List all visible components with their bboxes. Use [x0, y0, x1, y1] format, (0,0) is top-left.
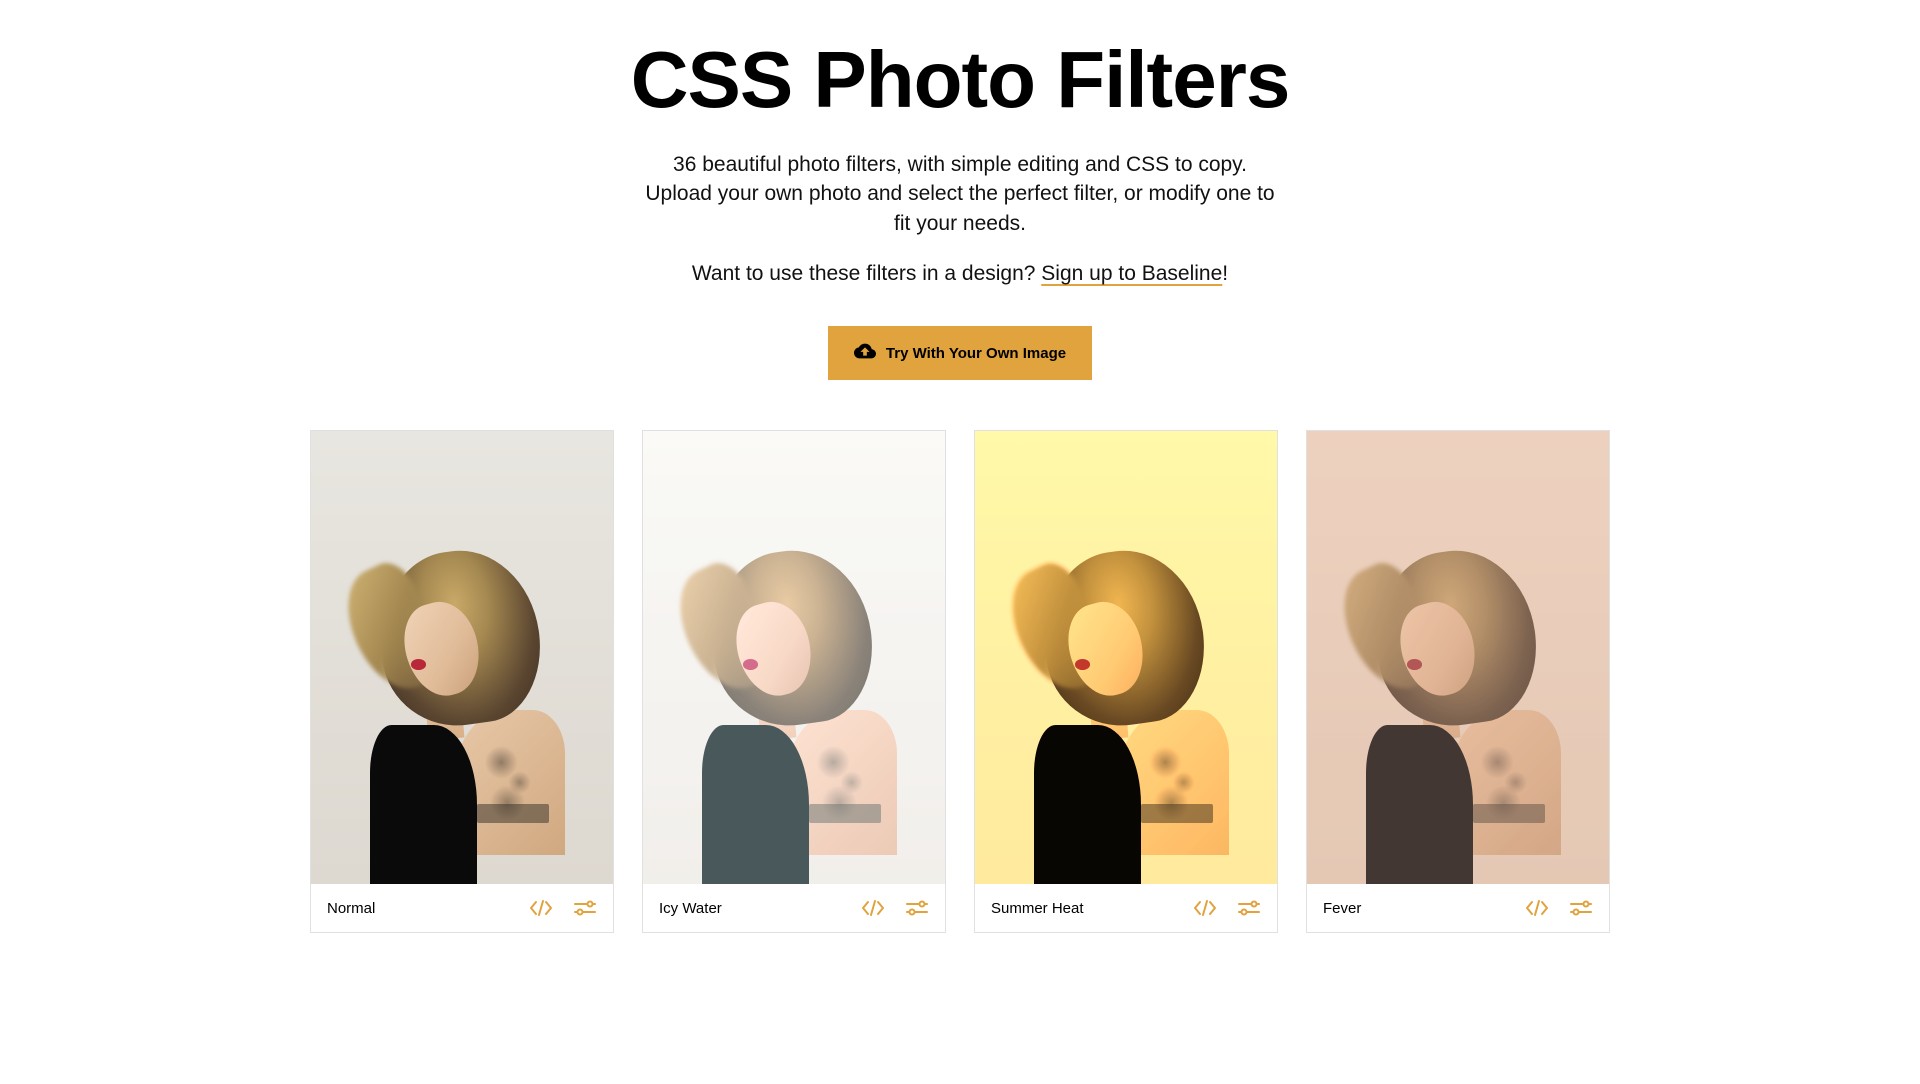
card-footer: Icy Water	[643, 884, 945, 932]
filter-name-label: Summer Heat	[991, 900, 1084, 917]
card-footer: Summer Heat	[975, 884, 1277, 932]
card-actions	[1193, 898, 1261, 918]
filter-card: Icy Water	[642, 430, 946, 933]
card-footer: Normal	[311, 884, 613, 932]
filter-name-label: Icy Water	[659, 900, 722, 917]
tagline-prefix: Want to use these filters in a design?	[692, 262, 1041, 285]
filter-card: Fever	[1306, 430, 1610, 933]
sliders-icon[interactable]	[1569, 898, 1593, 918]
cloud-upload-icon	[854, 340, 876, 366]
code-icon[interactable]	[861, 898, 885, 918]
sliders-icon[interactable]	[905, 898, 929, 918]
card-actions	[1525, 898, 1593, 918]
code-icon[interactable]	[529, 898, 553, 918]
page-description: 36 beautiful photo filters, with simple …	[640, 150, 1280, 238]
card-actions	[529, 898, 597, 918]
filter-preview-image[interactable]	[1307, 431, 1609, 884]
upload-button-label: Try With Your Own Image	[886, 345, 1066, 362]
signup-link[interactable]: Sign up to Baseline	[1041, 262, 1222, 285]
filter-grid: Normal	[310, 430, 1610, 933]
filter-name-label: Fever	[1323, 900, 1361, 917]
filter-name-label: Normal	[327, 900, 375, 917]
header: CSS Photo Filters 36 beautiful photo fil…	[310, 40, 1610, 380]
filter-preview-image[interactable]	[643, 431, 945, 884]
card-actions	[861, 898, 929, 918]
filter-preview-image[interactable]	[975, 431, 1277, 884]
page-title: CSS Photo Filters	[310, 40, 1610, 120]
filter-card: Normal	[310, 430, 614, 933]
tagline: Want to use these filters in a design? S…	[310, 262, 1610, 286]
filter-card: Summer Heat	[974, 430, 1278, 933]
sliders-icon[interactable]	[573, 898, 597, 918]
card-footer: Fever	[1307, 884, 1609, 932]
tagline-suffix: !	[1222, 262, 1228, 285]
upload-image-button[interactable]: Try With Your Own Image	[828, 326, 1092, 380]
filter-preview-image[interactable]	[311, 431, 613, 884]
code-icon[interactable]	[1193, 898, 1217, 918]
sliders-icon[interactable]	[1237, 898, 1261, 918]
code-icon[interactable]	[1525, 898, 1549, 918]
